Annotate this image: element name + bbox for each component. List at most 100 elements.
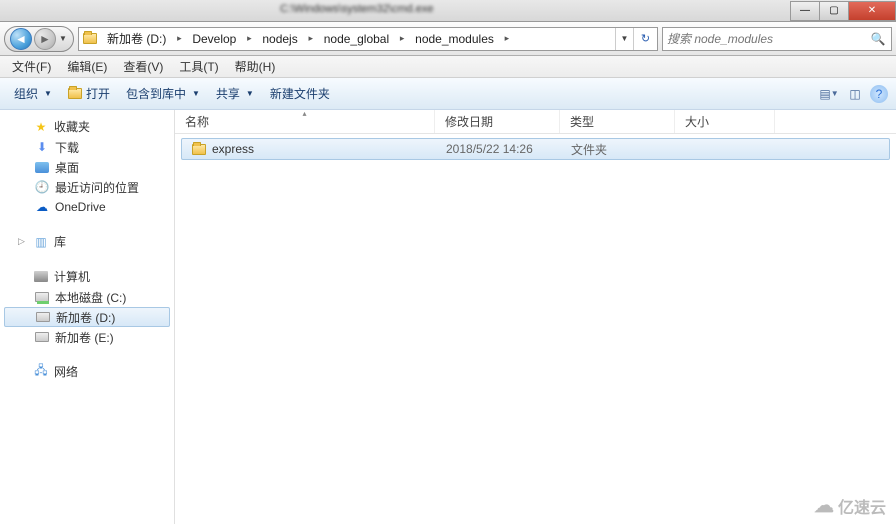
drive-icon	[34, 289, 50, 305]
close-button[interactable]: ✕	[848, 1, 896, 21]
nav-label: 新加卷 (D:)	[56, 309, 115, 326]
file-row[interactable]: express 2018/5/22 14:26 文件夹	[181, 138, 890, 160]
menu-help[interactable]: 帮助(H)	[227, 58, 284, 75]
libraries-header[interactable]: ▷ ▥ 库	[0, 231, 174, 252]
include-button[interactable]: 包含到库中 ▼	[120, 82, 206, 106]
menu-bar: 文件(F) 编辑(E) 查看(V) 工具(T) 帮助(H)	[0, 56, 896, 78]
search-icon[interactable]: 🔍	[869, 32, 887, 46]
network-label: 网络	[54, 363, 78, 380]
file-type: 文件夹	[561, 141, 676, 158]
search-input[interactable]	[667, 32, 869, 46]
nav-label: OneDrive	[55, 200, 106, 214]
nav-drive-e[interactable]: 新加卷 (E:)	[0, 327, 174, 347]
breadcrumb-seg-4[interactable]: node_modules▸	[409, 28, 514, 50]
navigation-pane: ★收藏夹 ⬇下载 桌面 🕘最近访问的位置 ☁ OneDrive ▷ ▥ 库 计算机 本…	[0, 110, 175, 524]
col-name[interactable]: ▴ 名称	[175, 110, 435, 133]
open-label: 打开	[86, 85, 110, 102]
explorer-body: ★收藏夹 ⬇下载 桌面 🕘最近访问的位置 ☁ OneDrive ▷ ▥ 库 计算机 本…	[0, 110, 896, 524]
window-title: C:\Windows\system32\cmd.exe	[280, 3, 433, 15]
window-titlebar: C:\Windows\system32\cmd.exe — ▢ ✕	[0, 0, 896, 22]
drive-icon	[34, 329, 50, 345]
open-button[interactable]: 打开	[62, 82, 116, 106]
nav-drive-c[interactable]: 本地磁盘 (C:)	[0, 287, 174, 307]
maximize-button[interactable]: ▢	[819, 1, 849, 21]
back-button[interactable]: ◄	[10, 28, 32, 50]
nav-button-group: ◄ ► ▼	[4, 26, 74, 52]
libraries-group: ▷ ▥ 库	[0, 231, 174, 252]
network-header[interactable]: 🖧网络	[0, 361, 174, 382]
nav-downloads[interactable]: ⬇下载	[0, 137, 174, 157]
favorites-header[interactable]: ★收藏夹	[0, 116, 174, 137]
col-size[interactable]: 大小	[675, 110, 775, 133]
newfolder-button[interactable]: 新建文件夹	[264, 82, 336, 106]
file-list: ▴ 名称 修改日期 类型 大小 express 2018/5/22 14:26 文…	[175, 110, 896, 524]
nav-onedrive[interactable]: ☁ OneDrive	[0, 197, 174, 217]
chevron-down-icon: ▼	[192, 89, 200, 98]
computer-label: 计算机	[54, 268, 90, 285]
share-button[interactable]: 共享▼	[210, 82, 260, 106]
sort-asc-icon: ▴	[302, 109, 306, 118]
nav-drive-d[interactable]: 新加卷 (D:)	[4, 307, 170, 327]
expand-icon: ▷	[18, 236, 28, 247]
breadcrumb-seg-3[interactable]: node_global▸	[318, 28, 409, 50]
refresh-button[interactable]: ↻	[633, 28, 657, 50]
nav-label: 新加卷 (E:)	[55, 329, 114, 346]
onedrive-icon: ☁	[34, 199, 50, 215]
breadcrumb-seg-1[interactable]: Develop▸	[186, 28, 256, 50]
search-box[interactable]: 🔍	[662, 27, 892, 51]
chevron-right-icon[interactable]: ▸	[172, 28, 186, 50]
folder-open-icon	[68, 88, 82, 99]
nav-label: 最近访问的位置	[55, 179, 139, 196]
chevron-right-icon[interactable]: ▸	[500, 28, 514, 50]
col-name-label: 名称	[185, 113, 209, 130]
menu-view[interactable]: 查看(V)	[115, 58, 171, 75]
chevron-right-icon[interactable]: ▸	[395, 28, 409, 50]
chevron-right-icon[interactable]: ▸	[304, 28, 318, 50]
menu-file[interactable]: 文件(F)	[4, 58, 59, 75]
forward-button[interactable]: ►	[34, 28, 56, 50]
menu-tools[interactable]: 工具(T)	[171, 58, 226, 75]
column-headers: ▴ 名称 修改日期 类型 大小	[175, 110, 896, 134]
breadcrumb-label: node_global	[318, 32, 395, 46]
computer-icon	[33, 269, 49, 285]
nav-label: 桌面	[55, 159, 79, 176]
organize-label: 组织	[14, 85, 38, 102]
library-icon: ▥	[33, 234, 49, 250]
col-date[interactable]: 修改日期	[435, 110, 560, 133]
breadcrumb-label: nodejs	[256, 32, 303, 46]
breadcrumb-label: node_modules	[409, 32, 500, 46]
minimize-button[interactable]: —	[790, 1, 820, 21]
help-button[interactable]: ?	[870, 85, 888, 103]
network-group: 🖧网络	[0, 361, 174, 382]
breadcrumb-label: Develop	[186, 32, 242, 46]
newfolder-label: 新建文件夹	[270, 85, 330, 102]
address-bar: ◄ ► ▼ 新加卷 (D:)▸ Develop▸ nodejs▸ node_gl…	[0, 22, 896, 56]
menu-edit[interactable]: 编辑(E)	[59, 58, 115, 75]
file-name: express	[212, 142, 254, 156]
chevron-down-icon: ▼	[44, 89, 52, 98]
col-type[interactable]: 类型	[560, 110, 675, 133]
address-dropdown[interactable]: ▼	[615, 28, 633, 50]
computer-header[interactable]: 计算机	[0, 266, 174, 287]
include-label: 包含到库中	[126, 85, 186, 102]
chevron-down-icon: ▼	[246, 89, 254, 98]
chevron-right-icon[interactable]: ▸	[242, 28, 256, 50]
download-icon: ⬇	[34, 139, 50, 155]
organize-button[interactable]: 组织 ▼	[8, 82, 58, 106]
file-date: 2018/5/22 14:26	[436, 142, 561, 156]
breadcrumb-seg-0[interactable]: 新加卷 (D:)▸	[101, 28, 186, 50]
command-bar: 组织 ▼ 打开 包含到库中 ▼ 共享▼ 新建文件夹 ▤▼ ◫ ?	[0, 78, 896, 110]
nav-history-dropdown[interactable]: ▼	[57, 34, 69, 43]
breadcrumb[interactable]: 新加卷 (D:)▸ Develop▸ nodejs▸ node_global▸ …	[78, 27, 658, 51]
folder-icon	[83, 33, 97, 44]
nav-desktop[interactable]: 桌面	[0, 157, 174, 177]
desktop-icon	[34, 159, 50, 175]
breadcrumb-seg-2[interactable]: nodejs▸	[256, 28, 317, 50]
view-options-button[interactable]: ▤▼	[818, 83, 840, 105]
window-controls: — ▢ ✕	[791, 1, 896, 21]
drive-icon	[35, 309, 51, 325]
libraries-label: 库	[54, 233, 66, 250]
preview-pane-button[interactable]: ◫	[844, 83, 866, 105]
cloud-icon: ☁	[814, 493, 834, 518]
nav-recent[interactable]: 🕘最近访问的位置	[0, 177, 174, 197]
